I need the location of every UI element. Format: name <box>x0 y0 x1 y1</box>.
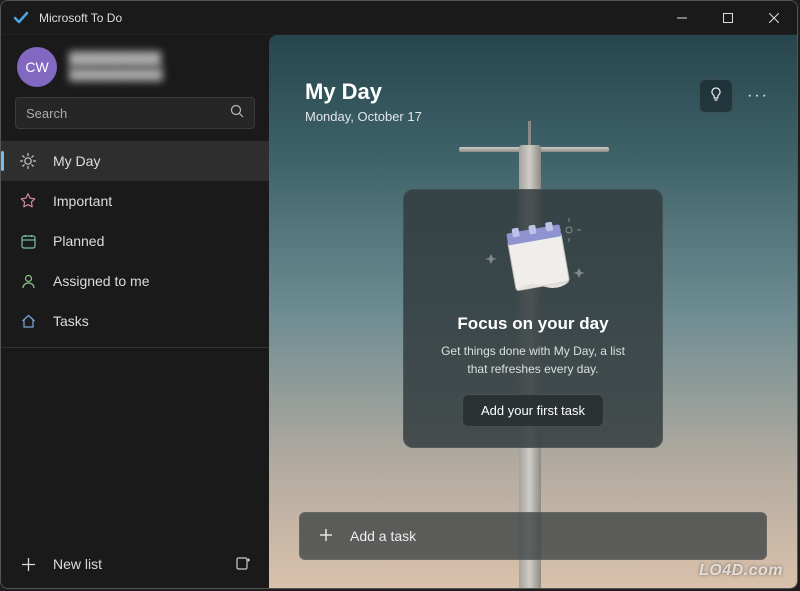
page-date: Monday, October 17 <box>305 109 422 124</box>
add-task-label: Add a task <box>350 528 416 544</box>
app-title: Microsoft To Do <box>39 11 659 25</box>
nav-divider <box>1 347 269 348</box>
add-task-input[interactable]: Add a task <box>299 512 767 560</box>
user-email: ████████████ <box>69 68 163 82</box>
sidebar-item-label: Planned <box>53 233 104 249</box>
app-window: Microsoft To Do CW ██████████ ██████████… <box>0 0 798 589</box>
main-header: My Day Monday, October 17 ··· <box>305 79 773 124</box>
sidebar-item-label: My Day <box>53 153 100 169</box>
plus-icon <box>318 527 334 546</box>
minimize-button[interactable] <box>659 1 705 34</box>
ellipsis-icon: ··· <box>747 87 769 105</box>
plus-icon <box>19 555 37 573</box>
sidebar-item-my-day[interactable]: My Day <box>1 141 269 181</box>
new-list-button[interactable]: New list <box>19 555 102 573</box>
watermark: LO4D.com <box>699 562 783 580</box>
app-body: CW ██████████ ████████████ Search <box>1 35 797 588</box>
sidebar-item-label: Important <box>53 193 112 209</box>
sidebar-item-label: Assigned to me <box>53 273 150 289</box>
titlebar: Microsoft To Do <box>1 1 797 35</box>
window-controls <box>659 1 797 34</box>
close-button[interactable] <box>751 1 797 34</box>
focus-illustration <box>426 214 640 300</box>
nav-list: My Day Important Planned <box>1 139 269 354</box>
sidebar-footer: New list <box>1 540 269 588</box>
sidebar-item-important[interactable]: Important <box>1 181 269 221</box>
sidebar-item-tasks[interactable]: Tasks <box>1 301 269 341</box>
page-title: My Day <box>305 79 422 105</box>
home-icon <box>19 312 37 330</box>
sidebar-item-label: Tasks <box>53 313 89 329</box>
focus-subtext: Get things done with My Day, a list that… <box>426 342 640 378</box>
avatar: CW <box>17 47 57 87</box>
suggestions-button[interactable] <box>699 79 733 113</box>
focus-card: Focus on your day Get things done with M… <box>403 189 663 448</box>
sun-icon <box>19 152 37 170</box>
maximize-button[interactable] <box>705 1 751 34</box>
main-panel: My Day Monday, October 17 ··· <box>269 35 797 588</box>
sidebar: CW ██████████ ████████████ Search <box>1 35 269 588</box>
user-info: ██████████ ████████████ <box>69 51 163 82</box>
more-options-button[interactable]: ··· <box>743 81 773 111</box>
search-icon <box>230 104 244 123</box>
search-placeholder: Search <box>26 106 67 121</box>
star-icon <box>19 192 37 210</box>
focus-heading: Focus on your day <box>426 314 640 334</box>
sidebar-item-planned[interactable]: Planned <box>1 221 269 261</box>
search-input[interactable]: Search <box>15 97 255 129</box>
add-first-task-button[interactable]: Add your first task <box>462 394 604 427</box>
calendar-icon <box>19 232 37 250</box>
person-icon <box>19 272 37 290</box>
lightbulb-icon <box>708 86 724 107</box>
user-account-row[interactable]: CW ██████████ ████████████ <box>1 35 269 97</box>
user-name: ██████████ <box>69 51 163 68</box>
new-group-icon[interactable] <box>235 555 251 574</box>
sidebar-item-assigned[interactable]: Assigned to me <box>1 261 269 301</box>
app-logo-icon <box>13 10 29 26</box>
new-list-label: New list <box>53 556 102 572</box>
